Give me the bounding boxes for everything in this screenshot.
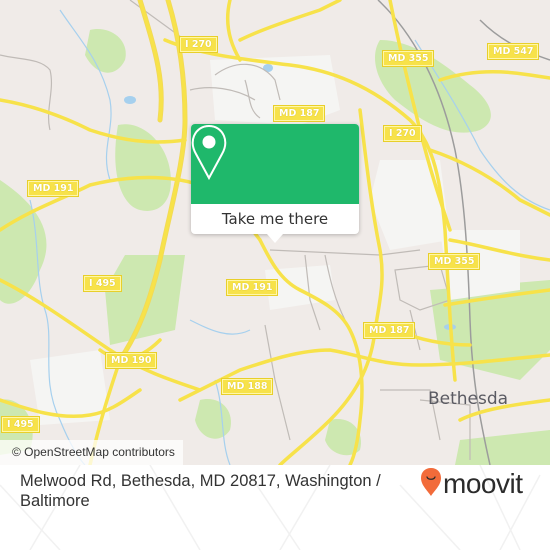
- popup-header: [191, 124, 359, 204]
- place-label-bethesda: Bethesda: [428, 389, 509, 409]
- park-area: [85, 29, 126, 73]
- moovit-pin-icon: [421, 468, 441, 496]
- road-shield-md355: MD 355: [427, 253, 481, 270]
- popup-pointer: [267, 234, 283, 243]
- footer: Melwood Rd, Bethesda, MD 20817, Washingt…: [0, 465, 550, 550]
- road-shield-md191: MD 191: [225, 279, 279, 296]
- moovit-logo[interactable]: moovit: [420, 465, 540, 505]
- road-shield-md187: MD 187: [272, 105, 326, 122]
- map-pin-icon: [191, 124, 227, 180]
- road-shield-i270: I 270: [383, 125, 422, 142]
- road-shield-i495: I 495: [1, 416, 40, 433]
- address-text: Melwood Rd, Bethesda, MD 20817, Washingt…: [20, 472, 381, 510]
- road-shield-md188: MD 188: [220, 378, 274, 395]
- road-shield-i495: I 495: [83, 275, 122, 292]
- park-area: [455, 430, 550, 465]
- map-view[interactable]: I 270 MD 355 MD 547 MD 187 I 270 MD 191 …: [0, 0, 550, 465]
- road-shield-md191: MD 191: [26, 180, 80, 197]
- road-shield-i270: I 270: [179, 36, 218, 53]
- road-shield-md187: MD 187: [362, 322, 416, 339]
- park-area: [105, 255, 185, 345]
- road-shield-md547: MD 547: [486, 43, 540, 60]
- moovit-wordmark: moovit: [443, 468, 523, 499]
- road-shield-md355: MD 355: [381, 50, 435, 67]
- map-attribution[interactable]: © OpenStreetMap contributors: [0, 440, 183, 465]
- take-me-there-button[interactable]: Take me there: [191, 204, 359, 234]
- park-area: [195, 399, 231, 439]
- road-shield-md190: MD 190: [104, 352, 158, 369]
- location-popup: Take me there: [191, 124, 359, 243]
